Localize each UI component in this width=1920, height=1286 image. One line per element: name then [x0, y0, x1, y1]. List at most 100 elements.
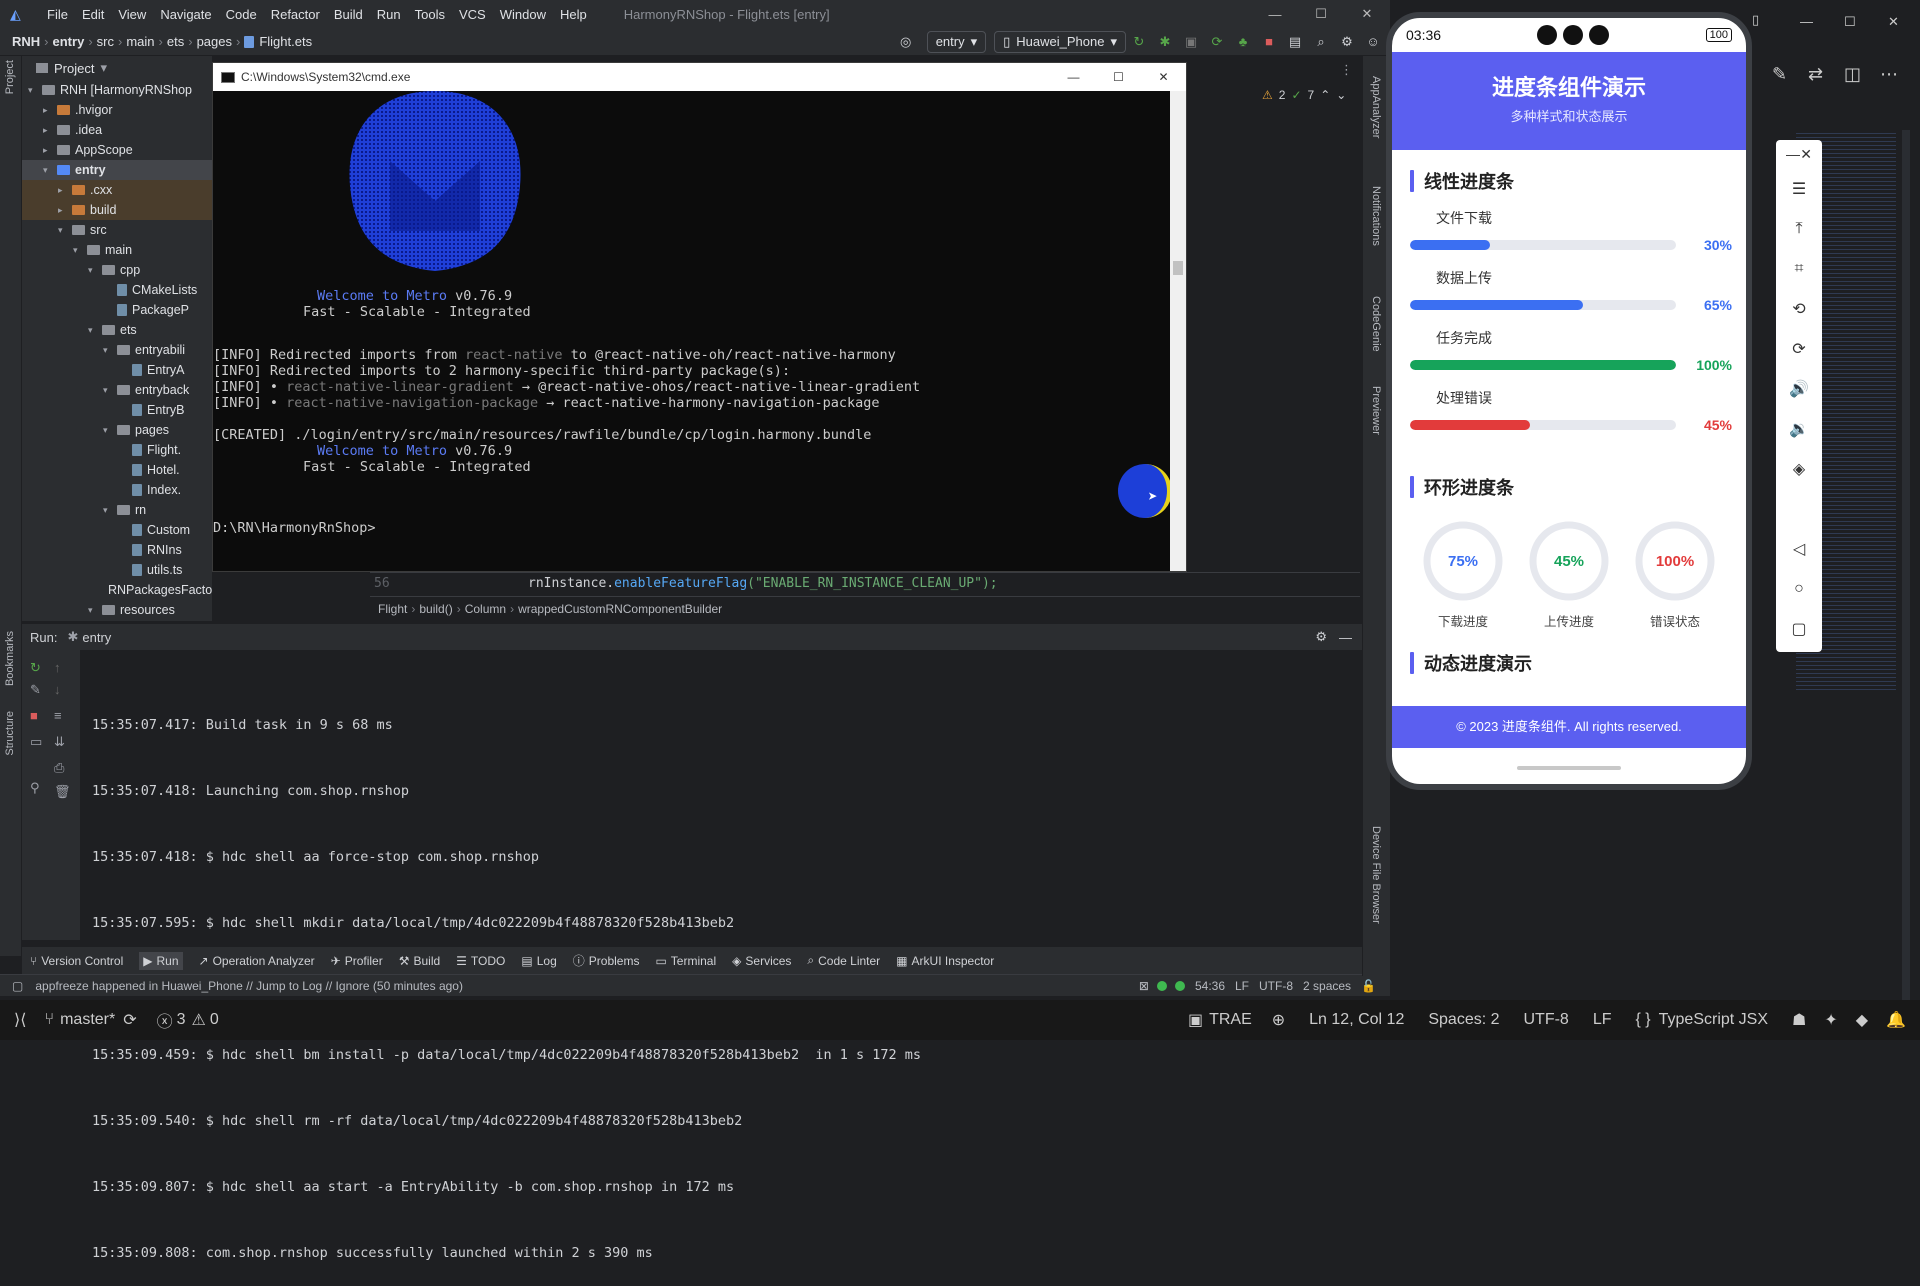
run-tab[interactable]: ✱ entry	[67, 629, 111, 645]
previewer-label[interactable]: Previewer	[1370, 386, 1382, 435]
sync-icon[interactable]: ⟳	[123, 1010, 136, 1030]
status-message[interactable]: appfreeze happened in Huawei_Phone // Ju…	[35, 979, 463, 993]
extension-icon[interactable]: ✦	[1824, 1010, 1837, 1030]
warning-count[interactable]: 0	[210, 1011, 219, 1029]
split-icon[interactable]: ▯	[1752, 12, 1759, 28]
tree-item[interactable]: ▸ build	[22, 200, 212, 220]
tree-item[interactable]: EntryB	[22, 400, 212, 420]
scrollbar[interactable]	[1902, 130, 1910, 1010]
stop-icon[interactable]: ■	[30, 708, 38, 723]
app-logo-icon[interactable]: ◭	[10, 6, 26, 22]
tree-item[interactable]: RNPackagesFactory.ets	[22, 580, 212, 600]
tree-item[interactable]: PackageP	[22, 300, 212, 320]
account-icon[interactable]: ☺	[1364, 33, 1382, 51]
tree-item[interactable]: Hotel.	[22, 460, 212, 480]
phone-screen[interactable]: 03:36 100 进度条组件演示 多种样式和状态展示 线性进度条 文件下载 30…	[1386, 12, 1752, 790]
tw-profiler[interactable]: ✈ Profiler	[331, 954, 383, 968]
crumb-main[interactable]: main	[126, 34, 154, 49]
menu-vcs[interactable]: VCS	[459, 7, 486, 22]
down-icon[interactable]: ↓	[54, 682, 61, 697]
crumb-ets[interactable]: ets	[167, 34, 184, 49]
tree-item[interactable]: ▾ cpp	[22, 260, 212, 280]
branch-icon[interactable]: ⑂	[44, 1011, 54, 1029]
gear-icon[interactable]: ⚙	[1315, 629, 1327, 645]
rerun-icon[interactable]: ↻	[1130, 33, 1148, 51]
stop-icon[interactable]: ■	[1260, 33, 1278, 51]
chevron-down-icon[interactable]: ▾	[58, 225, 72, 236]
menu-view[interactable]: View	[118, 7, 146, 22]
fold-icon[interactable]: ◈	[1776, 449, 1822, 489]
minimize-icon[interactable]: —	[1252, 7, 1298, 22]
chevron-right-icon[interactable]: ▸	[43, 125, 57, 136]
settings-sync-icon[interactable]: ◆	[1856, 1010, 1868, 1030]
tw-log[interactable]: ▤ Log	[521, 954, 556, 968]
tree-item[interactable]: Flight.	[22, 440, 212, 460]
tree-item[interactable]: ▾ entryback	[22, 380, 212, 400]
code-crumb-2[interactable]: build()	[419, 602, 452, 616]
tw-code-linter[interactable]: ⌕ Code Linter	[807, 953, 880, 968]
zoom-icon[interactable]: ⊕	[1272, 1010, 1285, 1030]
tree-item[interactable]: ▾ rn	[22, 500, 212, 520]
tree-item[interactable]: ▸ AppScope	[22, 140, 212, 160]
soft-wrap-icon[interactable]: ≡	[54, 708, 62, 723]
chevron-down-icon[interactable]: ▾	[43, 165, 57, 176]
caret-position[interactable]: 54:36	[1195, 979, 1225, 993]
menu-run[interactable]: Run	[377, 7, 401, 22]
pencil-icon[interactable]: ✎	[1772, 64, 1787, 85]
spaces-setting[interactable]: Spaces: 2	[1428, 1011, 1499, 1029]
maximize-icon[interactable]: ☐	[1844, 14, 1856, 30]
chevron-down-icon[interactable]: ▾	[88, 325, 102, 336]
tree-item[interactable]: ▾ ets	[22, 320, 212, 340]
menu-file[interactable]: File	[47, 7, 68, 22]
tree-item[interactable]: Index.	[22, 480, 212, 500]
tree-item[interactable]: ▸ .cxx	[22, 180, 212, 200]
chevron-down-icon[interactable]: ▾	[103, 505, 117, 516]
close-icon[interactable]: ✕	[1888, 14, 1899, 30]
copilot-icon[interactable]: ☗	[1792, 1010, 1806, 1030]
error-count[interactable]: 3	[177, 1011, 186, 1029]
gear-icon[interactable]: ⚙	[1338, 33, 1356, 51]
cmd-prompt[interactable]: D:\RN\HarmonyRnShop>	[213, 520, 376, 537]
emu-minimize-icon[interactable]: —	[1786, 146, 1800, 163]
tree-item[interactable]: ▸ .idea	[22, 120, 212, 140]
chevron-down-icon[interactable]: ▾	[103, 425, 117, 436]
menu-tools[interactable]: Tools	[415, 7, 445, 22]
encoding[interactable]: UTF-8	[1524, 1011, 1569, 1029]
search-icon[interactable]: ⌕	[1312, 33, 1330, 51]
appanalyzer-label[interactable]: AppAnalyzer	[1370, 76, 1382, 138]
tw-problems[interactable]: ⓘ Problems	[573, 952, 640, 969]
indent-setting[interactable]: 2 spaces	[1303, 979, 1351, 993]
warning-icon[interactable]: ⚠	[192, 1010, 206, 1030]
cmd-scroll-thumb[interactable]	[1173, 261, 1183, 275]
tree-item[interactable]: EntryA	[22, 360, 212, 380]
remote-icon[interactable]: ⟩⟨	[14, 1010, 26, 1030]
chevron-right-icon[interactable]: ▸	[58, 205, 72, 216]
trash-icon[interactable]: 🗑	[54, 784, 71, 800]
up-icon[interactable]: ↑	[54, 660, 61, 675]
lock-icon[interactable]: 🔓	[1361, 979, 1376, 993]
cmd-minimize-icon[interactable]: —	[1051, 70, 1096, 84]
chevron-down-icon[interactable]: ▾	[103, 385, 117, 396]
tw-terminal[interactable]: ▭ Terminal	[655, 954, 716, 968]
menu-navigate[interactable]: Navigate	[160, 7, 211, 22]
codegenie-label[interactable]: CodeGenie	[1370, 296, 1382, 352]
crumb-file[interactable]: Flight.ets	[259, 34, 312, 49]
tw-operation-analyzer[interactable]: ↗ Operation Analyzer	[199, 954, 315, 968]
structure-tool-label[interactable]: Structure	[4, 711, 16, 756]
layout-icon[interactable]: ▭	[30, 734, 42, 750]
editor-more-icon[interactable]: ⋮	[1340, 62, 1353, 78]
tree-item[interactable]: ▾ entryabili	[22, 340, 212, 360]
bookmarks-tool-label[interactable]: Bookmarks	[4, 631, 16, 686]
split-editor-icon[interactable]: ◫	[1844, 64, 1861, 85]
rerun-icon[interactable]: ↻	[30, 660, 41, 676]
home-indicator[interactable]	[1517, 766, 1621, 770]
cmd-scrollbar[interactable]	[1170, 91, 1186, 571]
run-log[interactable]: 15:35:07.417: Build task in 9 s 68 ms 15…	[80, 650, 1362, 1261]
project-panel-header[interactable]: Project ▾	[22, 56, 212, 80]
more-icon[interactable]: ⋯	[1880, 64, 1898, 85]
crumb-project[interactable]: RNH	[12, 34, 40, 49]
rotate-icon[interactable]: ⟲	[1776, 289, 1822, 329]
device-file-browser-label[interactable]: Device File Browser	[1370, 826, 1382, 924]
device-manager-icon[interactable]: ▤	[1286, 33, 1304, 51]
apply-changes-icon[interactable]: ⟳	[1208, 33, 1226, 51]
